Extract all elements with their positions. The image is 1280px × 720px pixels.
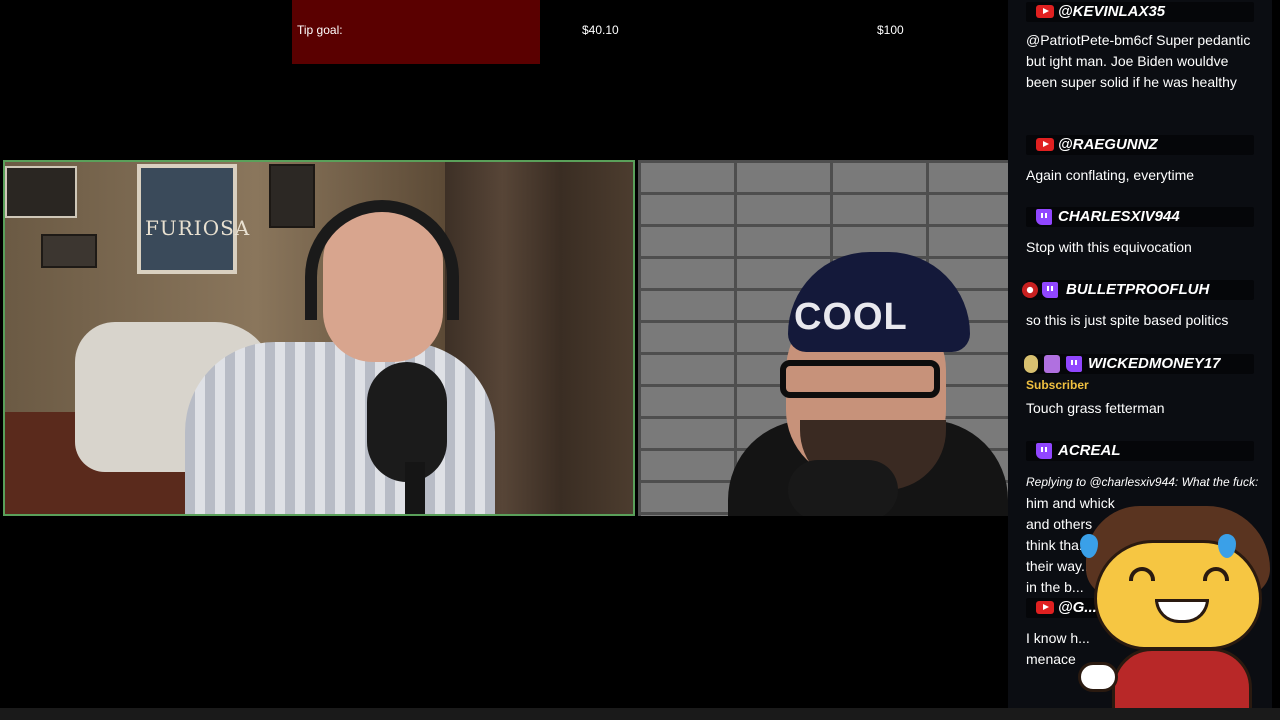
chat-message-header: ACREAL — [1026, 441, 1254, 461]
chat-message-text: Stop with this equivocation — [1026, 239, 1192, 255]
chat-message-header: @KEVINLAX35 — [1026, 2, 1254, 22]
chat-message-text: so this is just spite based politics — [1026, 312, 1229, 328]
chat-username: BULLETPROOFLUH — [1066, 281, 1210, 298]
mascot-eye — [1203, 567, 1229, 581]
mascot-face — [1094, 540, 1262, 650]
mascot-hand — [1078, 662, 1118, 692]
left-camera-feed: FURIOSA — [3, 160, 635, 516]
subscriber-badge-icon — [1044, 355, 1060, 373]
mascot-emote — [1072, 498, 1280, 720]
chat-message-header: CHARLESXIV944 — [1026, 207, 1254, 227]
gold-badge-icon — [1024, 355, 1038, 373]
chat-reply-context: Replying to @charlesxiv944: What the fuc… — [1026, 475, 1259, 489]
mascot-mouth — [1155, 599, 1209, 623]
twitch-icon — [1036, 443, 1052, 459]
tip-goal-target: $100 — [877, 23, 904, 37]
tip-goal-bar: Tip goal: $40.10 $100 — [292, 0, 1006, 64]
mascot-eye — [1129, 567, 1155, 581]
chat-message-text: @PatriotPete-bm6cf Super pedantic but ig… — [1026, 32, 1251, 90]
chat-username: ACREAL — [1058, 442, 1121, 459]
bottom-bar — [0, 708, 1280, 720]
glasses — [780, 360, 940, 398]
microphone — [788, 460, 898, 516]
chat-username: @KEVINLAX35 — [1058, 3, 1166, 20]
crosshair-badge-icon — [1022, 282, 1038, 298]
youtube-icon — [1036, 5, 1054, 18]
youtube-icon — [1036, 601, 1054, 614]
chat-message-header: WICKEDMONEY17 — [1024, 354, 1254, 374]
wall-picture — [269, 164, 315, 228]
chat-username: CHARLESXIV944 — [1058, 208, 1180, 225]
microphone-stand — [405, 462, 425, 514]
host-shirt — [185, 342, 495, 514]
tip-goal-current: $40.10 — [582, 23, 619, 37]
chat-message-header: @RAEGUNNZ — [1026, 135, 1254, 155]
movie-poster: FURIOSA — [137, 164, 249, 274]
chat-username: WICKEDMONEY17 — [1088, 355, 1221, 372]
wall-picture — [41, 234, 97, 268]
twitch-icon — [1036, 209, 1052, 225]
poster-title: FURIOSA — [145, 216, 251, 240]
beanie-text: COOL — [794, 296, 908, 338]
youtube-icon — [1036, 138, 1054, 151]
wall-picture — [5, 166, 77, 218]
chat-message-text: Again conflating, everytime — [1026, 167, 1195, 183]
chat-message-text: Touch grass fetterman — [1026, 400, 1165, 416]
chat-message-header: BULLETPROOFLUH — [1022, 280, 1254, 300]
subscriber-label: Subscriber — [1026, 378, 1089, 392]
right-camera-feed: COOL — [638, 160, 1008, 516]
chat-username: @RAEGUNNZ — [1058, 136, 1158, 153]
tip-goal-label: Tip goal: — [297, 23, 343, 37]
twitch-icon — [1042, 282, 1058, 298]
twitch-icon — [1066, 356, 1082, 372]
